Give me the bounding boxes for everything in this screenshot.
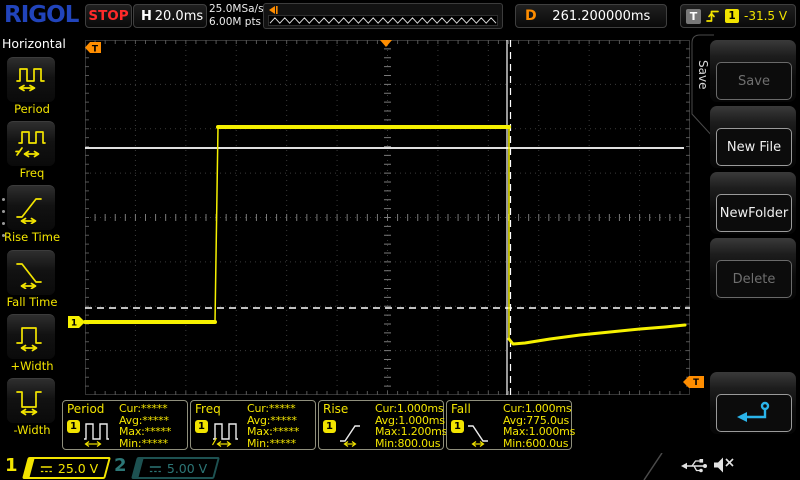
trigger-level-value: -31.5 V bbox=[744, 9, 787, 23]
channel2-number[interactable]: 2 bbox=[114, 455, 127, 476]
sidebar-item-label: Freq bbox=[0, 166, 64, 180]
pos-width-icon bbox=[7, 314, 55, 359]
trigger-label: T bbox=[686, 9, 701, 24]
menu-page-dot bbox=[2, 210, 5, 213]
return-button[interactable] bbox=[716, 394, 792, 432]
sidebar-item-label: +Width bbox=[0, 359, 64, 373]
measurement-panel-fall: Fall 1 Cur:1.000ms Avg:775.0us Max:1.000… bbox=[446, 400, 572, 450]
svg-text:1: 1 bbox=[71, 319, 77, 329]
channel-badge: 1 bbox=[67, 420, 80, 433]
freq-icon bbox=[211, 421, 245, 447]
channel1-number[interactable]: 1 bbox=[5, 455, 18, 476]
sample-rate: 25.0MSa/s bbox=[209, 3, 264, 16]
period-icon bbox=[7, 57, 55, 102]
measurement-panel-freq: Freq 1 Cur:***** Avg:***** Max:***** Min… bbox=[190, 400, 316, 450]
measurement-name: Fall bbox=[451, 402, 471, 416]
svg-text:T: T bbox=[92, 44, 99, 54]
rise-time-icon bbox=[7, 185, 55, 230]
delay-value: 261.200000ms bbox=[537, 9, 666, 24]
sidebar-item-label: -Width bbox=[0, 423, 64, 437]
oscilloscope-screen: RIGOL STOP H 20.0ms 25.0MSa/s 6.00M pts … bbox=[0, 0, 800, 480]
fall-time-icon bbox=[7, 250, 55, 295]
overview-waveform-strip bbox=[268, 15, 498, 26]
timebase-value: 20.0ms bbox=[152, 9, 206, 24]
channel-badge: 1 bbox=[451, 420, 464, 433]
measurement-name: Rise bbox=[323, 402, 348, 416]
period-icon bbox=[83, 421, 117, 447]
freq-icon bbox=[7, 121, 55, 166]
save-button[interactable]: Save bbox=[716, 62, 792, 100]
left-menu-title: Horizontal bbox=[2, 36, 66, 51]
channel1-scale-chip[interactable]: 25.0 V bbox=[22, 457, 111, 479]
channel2-scale: 5.00 V bbox=[167, 461, 207, 476]
measurement-panel-period: Period 1 Cur:***** Avg:***** Max:***** M… bbox=[62, 400, 188, 450]
dc-coupling-icon bbox=[149, 463, 162, 473]
dc-coupling-icon bbox=[40, 463, 53, 473]
sidebar-item-label: Fall Time bbox=[0, 295, 64, 309]
fall-time-icon bbox=[467, 421, 501, 447]
neg-width-icon bbox=[7, 378, 55, 423]
sidebar-item-label: Rise Time bbox=[0, 230, 64, 244]
trigger-readout[interactable]: T 1 -31.5 V bbox=[680, 4, 796, 28]
trigger-position-marker-icon bbox=[267, 5, 279, 15]
new-file-button[interactable]: New File bbox=[716, 128, 792, 166]
trigger-edge-rising-icon bbox=[706, 8, 720, 24]
rise-time-icon bbox=[339, 421, 373, 447]
measurement-name: Freq bbox=[195, 402, 221, 416]
trigger-source-badge: 1 bbox=[725, 9, 739, 23]
delay-readout[interactable]: D 261.200000ms bbox=[515, 4, 667, 28]
channel2-scale-chip[interactable]: 5.00 V bbox=[131, 457, 220, 479]
menu-page-dot bbox=[2, 222, 5, 225]
delete-button[interactable]: Delete bbox=[716, 260, 792, 298]
waveform-overview-bar bbox=[263, 3, 503, 29]
new-folder-button[interactable]: NewFolder bbox=[716, 194, 792, 232]
measurement-name: Period bbox=[67, 402, 104, 416]
return-arrow-icon bbox=[734, 400, 774, 426]
statusbar-divider bbox=[640, 453, 664, 480]
sidebar-item-label: Period bbox=[0, 102, 64, 116]
menu-tab-title: Save bbox=[696, 60, 710, 89]
channel1-scale: 25.0 V bbox=[58, 461, 98, 476]
acquisition-readout: 25.0MSa/s 6.00M pts bbox=[209, 3, 264, 28]
channel-badge: 1 bbox=[195, 420, 208, 433]
memory-depth: 6.00M pts bbox=[209, 16, 264, 29]
channel-badge: 1 bbox=[323, 420, 336, 433]
speaker-muted-icon bbox=[712, 455, 738, 475]
measurement-panel-rise: Rise 1 Cur:1.000ms Avg:1.000ms Max:1.200… bbox=[318, 400, 444, 450]
waveform-display: 1TT bbox=[85, 40, 690, 395]
delay-label: D bbox=[525, 8, 537, 24]
usb-icon bbox=[680, 457, 708, 474]
svg-text:T: T bbox=[693, 378, 699, 388]
menu-page-dot bbox=[2, 234, 5, 237]
menu-page-dot bbox=[2, 198, 5, 201]
horizontal-label: H bbox=[141, 9, 152, 24]
run-state-button[interactable]: STOP bbox=[85, 4, 132, 28]
rigol-logo: RIGOL bbox=[4, 2, 78, 28]
run-state-label: STOP bbox=[88, 8, 128, 24]
timebase-box[interactable]: H 20.0ms bbox=[133, 4, 207, 28]
